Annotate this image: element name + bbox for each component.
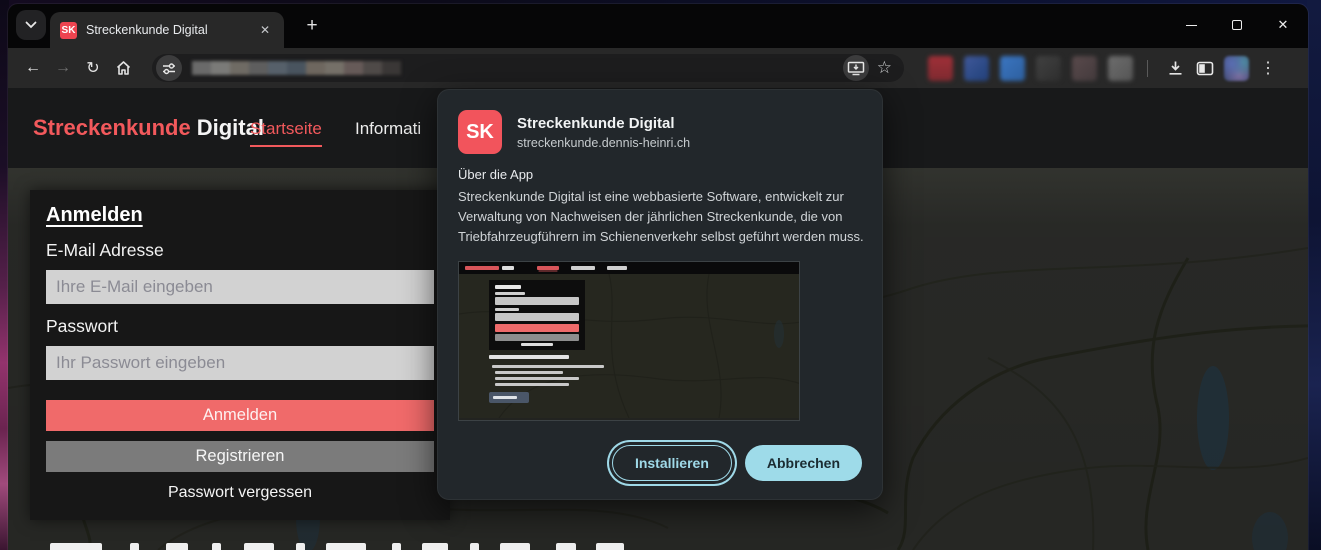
forward-button[interactable]: → bbox=[48, 53, 78, 83]
app-screenshot-preview bbox=[458, 261, 800, 421]
side-panel-button[interactable] bbox=[1190, 53, 1220, 83]
site-settings-button[interactable] bbox=[156, 55, 182, 81]
new-tab-button[interactable]: + bbox=[300, 14, 324, 38]
app-origin: streckenkunde.dennis-heinri.ch bbox=[517, 136, 690, 150]
login-heading: Anmelden bbox=[46, 204, 143, 227]
app-sk-icon: SK bbox=[458, 110, 502, 154]
login-button[interactable]: Anmelden bbox=[46, 400, 434, 431]
extension-icon[interactable] bbox=[1036, 56, 1061, 81]
install-app-omnibox-button[interactable] bbox=[843, 55, 869, 81]
tune-icon bbox=[162, 62, 176, 75]
download-icon bbox=[1167, 60, 1184, 76]
desktop-wallpaper-right bbox=[1307, 0, 1321, 550]
screenshot-more-info-button bbox=[489, 392, 529, 403]
home-icon bbox=[115, 60, 132, 76]
bookmark-star-icon[interactable]: ☆ bbox=[877, 58, 892, 78]
install-button[interactable]: Installieren bbox=[612, 445, 732, 481]
extension-icon[interactable] bbox=[928, 56, 953, 81]
login-card: Anmelden E-Mail Adresse Passwort Anmelde… bbox=[30, 190, 450, 520]
nav-item-informationen[interactable]: Informati bbox=[355, 119, 421, 139]
tab-strip: SK Streckenkunde Digital ✕ + ✕ bbox=[8, 4, 1308, 48]
password-label: Passwort bbox=[46, 316, 118, 337]
browser-menu-button[interactable]: ⋮ bbox=[1253, 53, 1283, 83]
install-dialog-footer: Installieren Abbrechen bbox=[612, 445, 862, 481]
nav-item-startseite[interactable]: Startseite bbox=[250, 119, 322, 147]
about-heading: Über die App bbox=[458, 167, 862, 182]
tab-close-icon[interactable]: ✕ bbox=[256, 21, 274, 39]
minimize-icon bbox=[1186, 25, 1197, 26]
brand-primary: Streckenkunde bbox=[33, 115, 191, 140]
maximize-icon bbox=[1232, 20, 1242, 30]
extension-icon[interactable] bbox=[1000, 56, 1025, 81]
screenshot-navbar bbox=[459, 262, 799, 274]
browser-tab[interactable]: SK Streckenkunde Digital ✕ bbox=[50, 12, 284, 48]
screenshot-login-card bbox=[489, 280, 585, 350]
extension-icon[interactable] bbox=[1072, 56, 1097, 81]
email-field[interactable] bbox=[46, 270, 434, 304]
downloads-button[interactable] bbox=[1160, 53, 1190, 83]
register-button[interactable]: Registrieren bbox=[46, 441, 434, 472]
install-app-icon bbox=[847, 61, 865, 76]
site-brand[interactable]: StreckenkundeDigital bbox=[33, 115, 264, 141]
email-label: E-Mail Adresse bbox=[46, 240, 164, 261]
chevron-down-icon bbox=[25, 21, 37, 29]
reload-button[interactable]: ↻ bbox=[78, 53, 108, 83]
toolbar-divider bbox=[1147, 60, 1148, 77]
about-text: Streckenkunde Digital ist eine webbasier… bbox=[458, 187, 868, 247]
install-dialog-header: SK Streckenkunde Digital streckenkunde.d… bbox=[458, 110, 862, 154]
install-dialog: SK Streckenkunde Digital streckenkunde.d… bbox=[437, 89, 883, 500]
extension-icon[interactable] bbox=[964, 56, 989, 81]
tab-favicon-sk-icon: SK bbox=[60, 22, 77, 39]
address-bar[interactable]: ☆ bbox=[152, 54, 904, 82]
tab-search-button[interactable] bbox=[16, 10, 46, 40]
minimize-button[interactable] bbox=[1168, 4, 1214, 46]
tab-title: Streckenkunde Digital bbox=[86, 23, 256, 37]
cancel-button[interactable]: Abbrechen bbox=[745, 445, 862, 481]
back-button[interactable]: ← bbox=[18, 53, 48, 83]
home-button[interactable] bbox=[108, 53, 138, 83]
extension-icons[interactable] bbox=[928, 56, 1133, 81]
browser-toolbar: ← → ↻ bbox=[8, 48, 1308, 88]
maximize-button[interactable] bbox=[1214, 4, 1260, 46]
redacted-url-text bbox=[192, 61, 401, 75]
password-field[interactable] bbox=[46, 346, 434, 380]
profile-avatar[interactable] bbox=[1224, 56, 1249, 81]
side-panel-icon bbox=[1196, 61, 1214, 76]
forgot-password-link[interactable]: Passwort vergessen bbox=[30, 484, 450, 502]
extension-icon[interactable] bbox=[1108, 56, 1133, 81]
window-controls: ✕ bbox=[1168, 4, 1306, 46]
close-window-button[interactable]: ✕ bbox=[1260, 4, 1306, 46]
app-name: Streckenkunde Digital bbox=[517, 115, 690, 132]
truncated-heading-fragments bbox=[8, 542, 708, 550]
